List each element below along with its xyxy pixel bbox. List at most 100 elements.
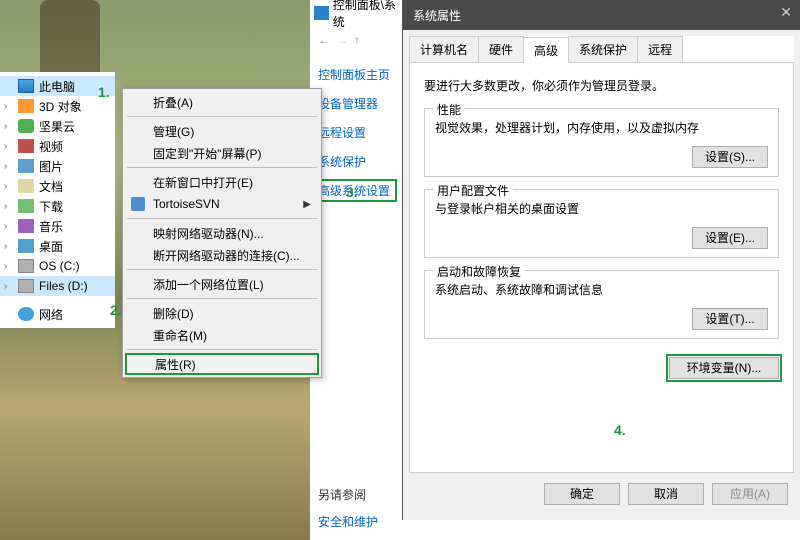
chevron-right-icon[interactable]: ›: [4, 161, 7, 172]
drive-ico: [18, 279, 34, 293]
tree-item-label: 此电脑: [39, 78, 75, 95]
tree-item-11[interactable]: 网络: [0, 304, 115, 324]
net-ico: [18, 307, 34, 321]
group-desc: 系统启动、系统故障和调试信息: [435, 281, 768, 298]
ok-button[interactable]: 确定: [544, 483, 620, 505]
dialog-tabs: 计算机名硬件高级系统保护远程: [409, 36, 794, 63]
menu-item-8[interactable]: 映射网络驱动器(N)...: [125, 222, 319, 244]
admin-note: 要进行大多数更改，你必须作为管理员登录。: [424, 77, 779, 94]
control-panel-titlebar: 控制面板\系统: [310, 0, 402, 26]
menu-separator: [127, 167, 317, 168]
tab-4[interactable]: 远程: [637, 36, 683, 62]
see-also-label: 另请参阅: [318, 486, 378, 503]
chevron-right-icon[interactable]: ›: [4, 201, 7, 212]
explorer-tree: 此电脑›3D 对象›坚果云›视频›图片›文档›下载›音乐›桌面›OS (C:)›…: [0, 72, 115, 328]
menu-item-label: 映射网络驱动器(N)...: [153, 225, 264, 242]
tree-item-2[interactable]: › 坚果云: [0, 116, 115, 136]
tree-item-7[interactable]: › 音乐: [0, 216, 115, 236]
tab-3[interactable]: 系统保护: [568, 36, 638, 62]
menu-separator: [127, 218, 317, 219]
menu-item-6[interactable]: TortoiseSVN▶: [125, 193, 319, 215]
menu-item-2[interactable]: 管理(G): [125, 120, 319, 142]
settings-button-1[interactable]: 设置(E)...: [692, 227, 768, 249]
menu-item-label: 删除(D): [153, 305, 194, 322]
menu-item-9[interactable]: 断开网络驱动器的连接(C)...: [125, 244, 319, 266]
menu-item-14[interactable]: 重命名(M): [125, 324, 319, 346]
chevron-right-icon[interactable]: ›: [4, 281, 7, 292]
context-menu: 折叠(A) 管理(G) 固定到"开始"屏幕(P) 在新窗口中打开(E)Tortoise…: [122, 88, 322, 378]
control-panel-home[interactable]: 控制面板主页: [318, 66, 394, 83]
menu-item-label: 固定到"开始"屏幕(P): [153, 145, 262, 162]
apply-button[interactable]: 应用(A): [712, 483, 788, 505]
menu-item-3[interactable]: 固定到"开始"屏幕(P): [125, 142, 319, 164]
nav-up-icon[interactable]: ↑: [354, 33, 360, 47]
system-properties-dialog: 系统属性 ✕ 计算机名硬件高级系统保护远程 要进行大多数更改，你必须作为管理员登…: [402, 0, 800, 520]
tab-2[interactable]: 高级: [523, 37, 569, 63]
menu-item-11[interactable]: 添加一个网络位置(L): [125, 273, 319, 295]
control-panel-see-also: 另请参阅 安全和维护: [318, 486, 378, 530]
link-security-maintenance[interactable]: 安全和维护: [318, 513, 378, 530]
annotation-1: 1.: [98, 84, 110, 100]
chevron-right-icon[interactable]: ›: [4, 241, 7, 252]
settings-button-0[interactable]: 设置(S)...: [692, 146, 768, 168]
tree-item-3[interactable]: › 视频: [0, 136, 115, 156]
video-ico: [18, 139, 34, 153]
env-variables-button[interactable]: 环境变量(N)...: [669, 357, 779, 379]
chevron-right-icon[interactable]: ›: [4, 121, 7, 132]
chevron-right-icon[interactable]: ›: [4, 141, 7, 152]
dialog-title: 系统属性: [413, 7, 461, 24]
tree-item-9[interactable]: › OS (C:): [0, 256, 115, 276]
menu-item-label: 重命名(M): [153, 327, 207, 344]
tortoise-icon: [131, 197, 145, 211]
chevron-right-icon[interactable]: ›: [4, 261, 7, 272]
chevron-right-icon[interactable]: ›: [4, 221, 7, 232]
group-0: 性能视觉效果，处理器计划，内存使用，以及虚拟内存设置(S)...: [424, 108, 779, 177]
control-panel-title: 控制面板\系统: [333, 0, 402, 30]
group-2: 启动和故障恢复系统启动、系统故障和调试信息设置(T)...: [424, 270, 779, 339]
music-ico: [18, 219, 34, 233]
doc-ico: [18, 179, 34, 193]
dialog-titlebar: 系统属性 ✕: [403, 0, 800, 30]
control-panel-window: 控制面板\系统 ← → ↑ 控制面板主页 设备管理器 远程设置 系统保护 高级系…: [310, 0, 402, 540]
menu-separator: [127, 116, 317, 117]
tree-item-10[interactable]: ›Files (D:): [0, 276, 115, 296]
menu-item-0[interactable]: 折叠(A): [125, 91, 319, 113]
close-icon[interactable]: ✕: [780, 4, 792, 21]
tree-item-label: OS (C:): [39, 259, 80, 273]
menu-item-13[interactable]: 删除(D): [125, 302, 319, 324]
tree-item-label: 音乐: [39, 218, 63, 235]
control-panel-nav[interactable]: ← → ↑: [310, 26, 402, 54]
link-system-protection[interactable]: 系统保护: [318, 153, 394, 170]
tree-item-8[interactable]: › 桌面: [0, 236, 115, 256]
menu-item-5[interactable]: 在新窗口中打开(E): [125, 171, 319, 193]
dl-ico: [18, 199, 34, 213]
tree-item-label: 图片: [39, 158, 63, 175]
menu-item-16[interactable]: 属性(R): [125, 353, 319, 375]
tree-item-5[interactable]: ›文档: [0, 176, 115, 196]
tree-item-label: 桌面: [39, 238, 63, 255]
group-desc: 与登录帐户相关的桌面设置: [435, 200, 768, 217]
tree-item-label: 视频: [39, 138, 63, 155]
tab-1[interactable]: 硬件: [478, 36, 524, 62]
tree-item-label: 下载: [39, 198, 63, 215]
drive-ico: [18, 259, 34, 273]
group-desc: 视觉效果，处理器计划，内存使用，以及虚拟内存: [435, 119, 768, 136]
tree-item-6[interactable]: › 下载: [0, 196, 115, 216]
annotation-4: 4.: [614, 422, 626, 438]
cancel-button[interactable]: 取消: [628, 483, 704, 505]
group-legend: 启动和故障恢复: [433, 263, 525, 280]
chevron-right-icon[interactable]: ›: [4, 181, 7, 192]
tree-item-4[interactable]: › 图片: [0, 156, 115, 176]
pic-ico: [18, 159, 34, 173]
dialog-button-row: 确定 取消 应用(A): [403, 473, 800, 515]
settings-button-2[interactable]: 设置(T)...: [692, 308, 768, 330]
chevron-right-icon[interactable]: ›: [4, 101, 7, 112]
link-device-manager[interactable]: 设备管理器: [318, 95, 394, 112]
control-panel-icon: [314, 6, 329, 20]
obj-ico: [18, 99, 34, 113]
annotation-2: 2.: [110, 302, 122, 318]
link-remote-settings[interactable]: 远程设置: [318, 124, 394, 141]
tree-item-label: 坚果云: [39, 118, 75, 135]
nav-back-icon[interactable]: ←: [318, 33, 330, 47]
tab-0[interactable]: 计算机名: [409, 36, 479, 62]
